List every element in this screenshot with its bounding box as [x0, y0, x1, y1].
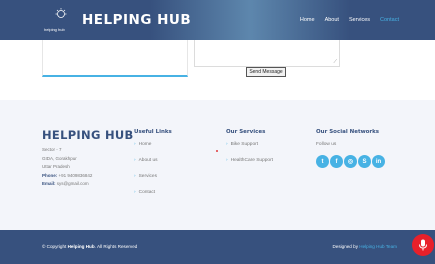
- twitter-icon[interactable]: t: [316, 155, 329, 168]
- chevron-right-icon: ›: [134, 158, 136, 163]
- social-title: Our Social Networks: [316, 129, 380, 135]
- red-marker-dot: [216, 150, 218, 152]
- footer-contact: HELPING HUB Sector - 7 GIDA, Gorakhpur U…: [42, 128, 134, 189]
- copyright-text: © Copyright Helping Hub. All Rights Rese…: [42, 244, 137, 249]
- footer-link-label: Contact: [138, 190, 156, 195]
- footer-useful-links: Useful Links › Home › About us › Services ›…: [134, 128, 172, 206]
- designed-by-link[interactable]: Helping Hub Team: [359, 244, 397, 249]
- designed-by-text: Designed by Helping Hub Team: [332, 244, 397, 249]
- chevron-right-icon: ›: [134, 142, 136, 147]
- microphone-icon: [419, 239, 427, 251]
- services-list: › Bike Support › HealthCare Support: [226, 142, 273, 163]
- footer-link-services[interactable]: › Services: [134, 174, 172, 179]
- send-message-button[interactable]: Send Message: [246, 67, 286, 77]
- footer-link-about[interactable]: › About us: [134, 158, 172, 163]
- footer-our-services: Our Services › Bike Support › HealthCare S…: [226, 128, 273, 174]
- brand-logo: helping hub: [44, 8, 80, 34]
- footer-link-contact[interactable]: › Contact: [134, 190, 172, 195]
- footer-bottom: © Copyright Helping Hub. All Rights Rese…: [0, 230, 435, 264]
- designed-prefix: Designed by: [332, 244, 358, 249]
- brand-name: HELPING HUB: [82, 12, 192, 28]
- main-nav: Home About Services Contact: [300, 17, 399, 23]
- chevron-right-icon: ›: [226, 158, 228, 163]
- email-value: sys@gmail.com: [56, 181, 89, 186]
- footer-address: Sector - 7 GIDA, Gorakhpur Uttar Pradesh…: [42, 146, 134, 189]
- footer-link-home[interactable]: › Home: [134, 142, 172, 147]
- nav-home[interactable]: Home: [300, 17, 315, 23]
- phone-line: Phone: +91 9409836842: [42, 172, 134, 181]
- email-line: Email: sys@gmail.com: [42, 180, 134, 189]
- chevron-right-icon: ›: [134, 190, 136, 195]
- instagram-icon[interactable]: ◎: [344, 155, 357, 168]
- message-textarea[interactable]: ⟋: [194, 40, 340, 67]
- service-link-label: HealthCare Support: [230, 158, 274, 163]
- phone-value: +91 9409836842: [58, 172, 93, 178]
- useful-links-list: › Home › About us › Services › Contact: [134, 142, 172, 195]
- voice-mic-button[interactable]: [412, 234, 434, 256]
- brand-tagline: helping hub: [44, 27, 65, 32]
- address-line: GIDA, Gorakhpur: [42, 155, 77, 161]
- address-line: Sector - 7: [42, 147, 62, 152]
- service-link-healthcare[interactable]: › HealthCare Support: [226, 158, 273, 163]
- nav-about[interactable]: About: [325, 17, 339, 23]
- social-icons: t f ◎ S in: [316, 155, 385, 168]
- service-link-label: Bike Support: [230, 142, 259, 147]
- chevron-right-icon: ›: [226, 142, 228, 147]
- address-line: Uttar Pradesh: [42, 164, 70, 169]
- footer-link-label: Home: [138, 142, 152, 147]
- phone-label: Phone:: [42, 172, 58, 178]
- form-field-box[interactable]: [42, 40, 188, 77]
- copyright-brand: Helping Hub: [67, 244, 95, 249]
- brand-logo-link[interactable]: helping hub HELPING HUB: [44, 8, 191, 34]
- resize-handle-icon[interactable]: ⟋: [333, 59, 337, 65]
- skype-icon[interactable]: S: [358, 155, 371, 168]
- email-label: Email:: [42, 181, 56, 186]
- footer-top: HELPING HUB Sector - 7 GIDA, Gorakhpur U…: [0, 100, 435, 230]
- our-services-title: Our Services: [226, 129, 266, 135]
- useful-links-title: Useful Links: [134, 129, 172, 135]
- copyright-suffix: . All Rights Reserved: [94, 244, 138, 249]
- lightbulb-icon: [55, 8, 67, 18]
- contact-form: ⟋ Send Message: [0, 40, 435, 100]
- facebook-icon[interactable]: f: [330, 155, 343, 168]
- footer-link-label: About us: [138, 158, 158, 163]
- nav-services[interactable]: Services: [349, 17, 370, 23]
- follow-us-text: Follow us: [316, 142, 337, 147]
- footer-social: Our Social Networks Follow us t f ◎ S in: [316, 128, 385, 168]
- service-link-bike[interactable]: › Bike Support: [226, 142, 273, 147]
- chevron-right-icon: ›: [134, 174, 136, 179]
- footer-link-label: Services: [138, 174, 158, 179]
- nav-contact[interactable]: Contact: [380, 17, 399, 23]
- footer-brand: HELPING HUB: [42, 128, 134, 142]
- header-navbar: helping hub HELPING HUB Home About Servi…: [0, 0, 435, 40]
- copyright-prefix: © Copyright: [42, 244, 67, 249]
- linkedin-icon[interactable]: in: [372, 155, 385, 168]
